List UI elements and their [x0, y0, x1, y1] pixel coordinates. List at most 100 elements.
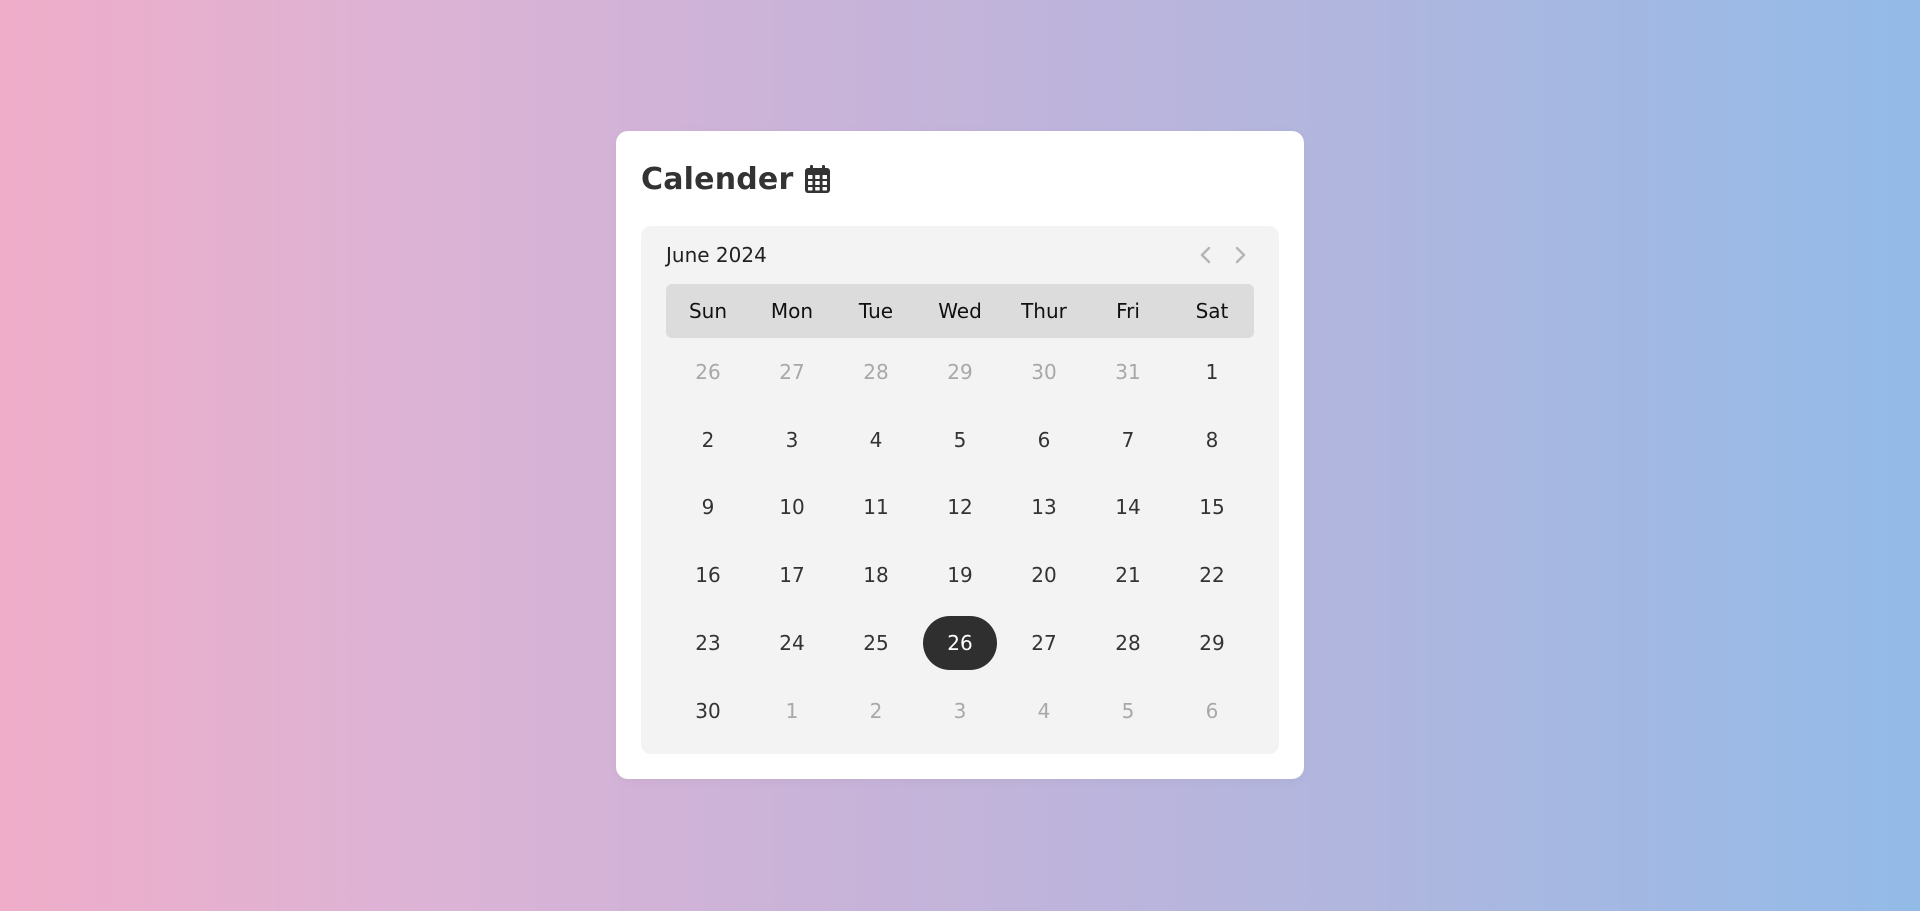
day-cell[interactable]: 10	[750, 474, 834, 542]
day-number: 10	[779, 495, 805, 520]
day-cell[interactable]: 25	[834, 609, 918, 677]
day-number: 28	[1115, 631, 1141, 656]
day-number: 21	[1115, 563, 1141, 588]
weekday-header: Sun Mon Tue Wed Thur Fri Sat	[666, 284, 1254, 338]
day-cell[interactable]: 2	[834, 677, 918, 745]
day-cell[interactable]: 26	[666, 338, 750, 406]
day-cell[interactable]: 14	[1086, 474, 1170, 542]
month-nav	[1194, 243, 1252, 267]
days-grid: 26 27 28 29 30 31 1 2 3 4 5 6 7 8 9 10 11 12 13 14 15 16 17 18 1…	[666, 338, 1254, 745]
day-cell[interactable]: 6	[1002, 406, 1086, 474]
day-number: 22	[1199, 563, 1225, 588]
day-number: 6	[1205, 698, 1219, 723]
day-cell[interactable]: 13	[1002, 474, 1086, 542]
day-number: 7	[1121, 427, 1135, 452]
day-number: 12	[947, 495, 973, 520]
day-cell[interactable]: 12	[918, 474, 1002, 542]
day-cell[interactable]: 9	[666, 474, 750, 542]
day-number: 29	[1199, 631, 1225, 656]
day-cell[interactable]: 7	[1086, 406, 1170, 474]
weekday-label: Sun	[688, 299, 728, 323]
next-month-button[interactable]	[1228, 243, 1252, 267]
calendar-header: Calender	[641, 159, 1279, 199]
day-cell[interactable]: 30	[666, 677, 750, 745]
day-number: 30	[1031, 359, 1057, 384]
calendar-icon	[805, 165, 831, 193]
day-number: 5	[953, 427, 967, 452]
day-cell[interactable]: 29	[1170, 609, 1254, 677]
day-number: 1	[785, 698, 799, 723]
day-cell[interactable]: 28	[834, 338, 918, 406]
day-number: 8	[1205, 427, 1219, 452]
calendar-card: Calender June 2024 Sun Mon Tue Wed Thur …	[616, 131, 1304, 779]
day-cell[interactable]: 5	[918, 406, 1002, 474]
month-label: June 2024	[666, 243, 767, 267]
day-cell[interactable]: 23	[666, 609, 750, 677]
day-cell[interactable]: 19	[918, 541, 1002, 609]
day-number: 3	[953, 698, 967, 723]
day-number: 9	[701, 495, 715, 520]
page-title: Calender	[641, 161, 794, 197]
day-cell[interactable]: 3	[750, 406, 834, 474]
calendar-panel: June 2024 Sun Mon Tue Wed Thur Fri Sat 2…	[641, 226, 1279, 754]
day-cell[interactable]: 21	[1086, 541, 1170, 609]
weekday-label: Tue	[858, 299, 894, 323]
day-cell[interactable]: 2	[666, 406, 750, 474]
day-number: 24	[779, 631, 805, 656]
day-cell[interactable]: 27	[1002, 609, 1086, 677]
day-cell[interactable]: 15	[1170, 474, 1254, 542]
day-number: 26	[923, 616, 997, 671]
weekday-label: Fri	[1116, 299, 1140, 323]
day-cell[interactable]: 4	[1002, 677, 1086, 745]
day-number: 16	[695, 563, 721, 588]
day-number: 6	[1037, 427, 1051, 452]
day-number: 2	[701, 427, 715, 452]
day-number: 25	[863, 631, 889, 656]
day-cell[interactable]: 4	[834, 406, 918, 474]
day-number: 26	[695, 359, 721, 384]
day-cell[interactable]: 3	[918, 677, 1002, 745]
weekday-label: Thur	[1021, 299, 1067, 323]
day-number: 15	[1199, 495, 1225, 520]
day-cell[interactable]: 6	[1170, 677, 1254, 745]
day-cell[interactable]: 29	[918, 338, 1002, 406]
day-cell[interactable]: 1	[1170, 338, 1254, 406]
day-number: 1	[1205, 359, 1219, 384]
day-number: 2	[869, 698, 883, 723]
day-cell[interactable]: 5	[1086, 677, 1170, 745]
day-number: 4	[869, 427, 883, 452]
day-cell[interactable]: 16	[666, 541, 750, 609]
day-cell[interactable]: 22	[1170, 541, 1254, 609]
day-number: 14	[1115, 495, 1141, 520]
prev-month-button[interactable]	[1194, 243, 1218, 267]
day-cell[interactable]: 31	[1086, 338, 1170, 406]
day-cell[interactable]: 1	[750, 677, 834, 745]
day-number: 20	[1031, 563, 1057, 588]
day-cell[interactable]: 28	[1086, 609, 1170, 677]
day-number: 18	[863, 563, 889, 588]
day-number: 30	[695, 698, 721, 723]
day-cell[interactable]: 8	[1170, 406, 1254, 474]
day-cell[interactable]: 24	[750, 609, 834, 677]
day-number: 19	[947, 563, 973, 588]
weekday-label: Mon	[770, 299, 814, 323]
weekday-label: Sat	[1195, 299, 1229, 323]
weekday-label: Wed	[938, 299, 982, 323]
day-number: 23	[695, 631, 721, 656]
calendar-toolbar: June 2024	[666, 240, 1254, 270]
day-cell[interactable]: 30	[1002, 338, 1086, 406]
day-number: 28	[863, 359, 889, 384]
day-number: 31	[1115, 359, 1141, 384]
day-number: 29	[947, 359, 973, 384]
day-cell[interactable]: 11	[834, 474, 918, 542]
day-cell[interactable]: 20	[1002, 541, 1086, 609]
day-cell-selected[interactable]: 26	[918, 609, 1002, 677]
day-number: 11	[863, 495, 889, 520]
day-number: 3	[785, 427, 799, 452]
day-cell[interactable]: 17	[750, 541, 834, 609]
day-cell[interactable]: 18	[834, 541, 918, 609]
day-number: 5	[1121, 698, 1135, 723]
day-cell[interactable]: 27	[750, 338, 834, 406]
day-number: 4	[1037, 698, 1051, 723]
day-number: 27	[1031, 631, 1057, 656]
